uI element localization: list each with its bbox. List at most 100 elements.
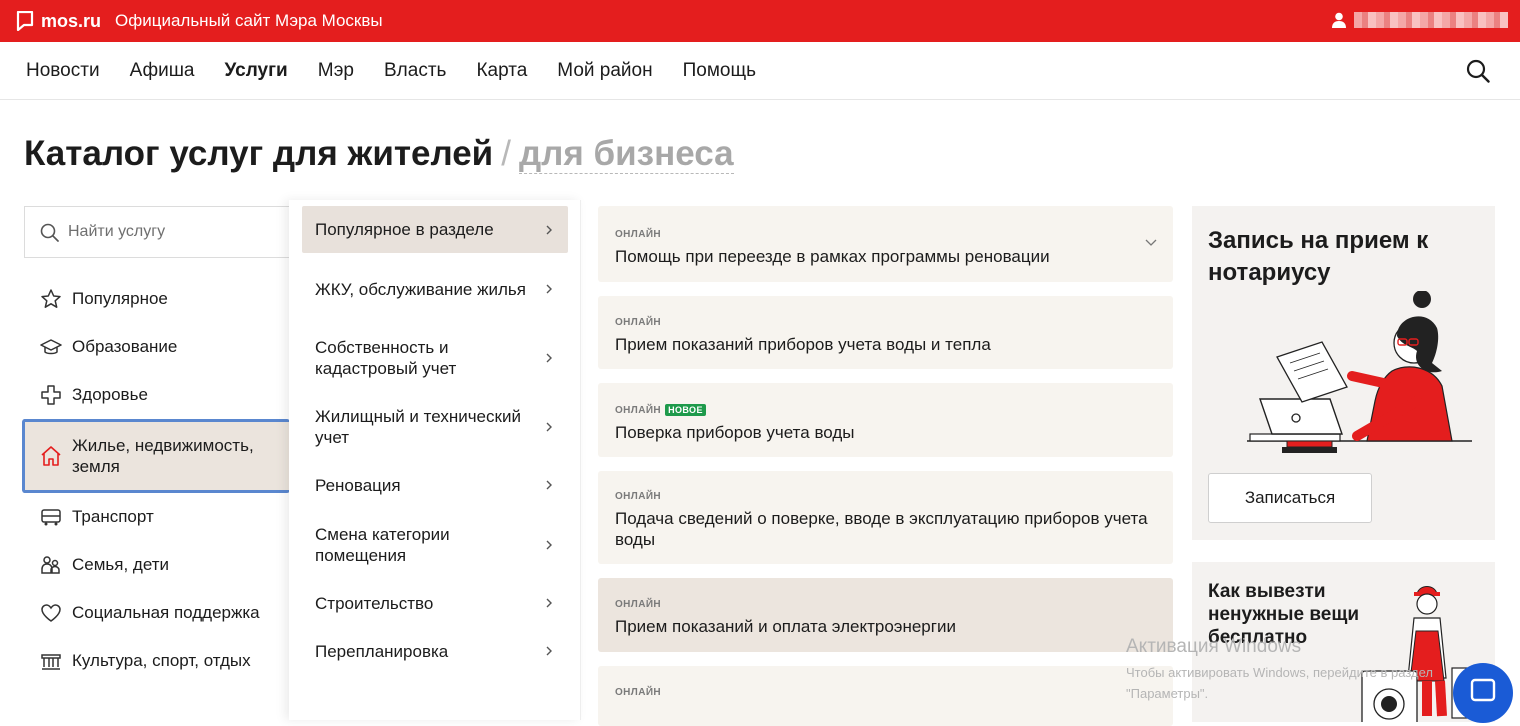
subcategory-redevelopment[interactable]: Перепланировка <box>302 640 568 662</box>
nav-item-services[interactable]: Услуги <box>225 60 288 82</box>
subcategory-panel: Популярное в разделе ЖКУ, обслуживание ж… <box>289 200 581 720</box>
nav-item-government[interactable]: Власть <box>384 60 446 82</box>
house-icon <box>41 446 61 466</box>
nav-item-news[interactable]: Новости <box>26 60 100 82</box>
chevron-right-icon <box>546 284 552 294</box>
user-icon <box>1332 12 1346 28</box>
chevron-right-icon <box>546 646 552 656</box>
bus-icon <box>41 509 61 526</box>
search-icon <box>40 223 59 242</box>
main-nav: Новости Афиша Услуги Мэр Власть Карта Мо… <box>0 42 1520 100</box>
service-tag: онлайн <box>615 599 662 610</box>
category-social-support[interactable]: Социальная поддержка <box>22 589 290 637</box>
category-label: Здоровье <box>72 385 148 404</box>
service-tag: онлайн <box>615 687 662 698</box>
chevron-right-icon <box>546 480 552 490</box>
category-label: Семья, дети <box>72 555 170 574</box>
mos-logo-icon[interactable] <box>16 11 34 31</box>
nav-item-afisha[interactable]: Афиша <box>130 60 195 82</box>
service-card[interactable]: онлайн Прием показаний и оплата электроэ… <box>598 578 1173 652</box>
service-title: Помощь при переезде в рамках программы р… <box>615 247 1050 266</box>
subcategory-label: Реновация <box>315 475 401 495</box>
subcategory-label: Смена категории помещения <box>315 525 450 565</box>
category-label: Культура, спорт, отдых <box>72 651 251 670</box>
subcategory-construction[interactable]: Строительство <box>302 592 568 614</box>
subcategory-popular[interactable]: Популярное в разделе <box>302 206 568 253</box>
service-title: Поверка приборов учета воды <box>615 423 855 442</box>
service-title: Прием показаний и оплата электроэнергии <box>615 617 956 636</box>
star-icon <box>41 289 61 308</box>
subcategory-renovation[interactable]: Реновация <box>302 474 568 496</box>
search-input[interactable] <box>68 223 278 241</box>
chevron-right-icon <box>546 598 552 608</box>
subcategory-utilities[interactable]: ЖКУ, обслуживание жилья <box>302 267 568 311</box>
service-tag: онлайн <box>615 491 662 502</box>
chevron-right-icon <box>546 540 552 550</box>
nav-item-map[interactable]: Карта <box>476 60 527 82</box>
service-card[interactable]: онлайн <box>598 666 1173 726</box>
search-icon[interactable] <box>1466 59 1490 83</box>
nav-item-mayor[interactable]: Мэр <box>318 60 354 82</box>
service-tag: онлайн <box>615 317 662 328</box>
heart-icon <box>41 604 61 622</box>
category-label: Жилье, недвижимость, земля <box>72 436 254 476</box>
service-tag-text: онлайн <box>615 404 662 416</box>
category-label: Образование <box>72 337 178 356</box>
category-housing[interactable]: Жилье, недвижимость, земля <box>22 419 290 493</box>
category-label: Популярное <box>72 289 168 308</box>
category-popular[interactable]: Популярное <box>22 275 290 323</box>
category-education[interactable]: Образование <box>22 323 290 371</box>
category-label: Транспорт <box>72 507 154 526</box>
title-business-link[interactable]: для бизнеса <box>518 134 734 174</box>
category-list: Популярное Образование Здоровье Жилье, н… <box>22 275 290 685</box>
chat-icon <box>1470 678 1496 702</box>
category-culture-sport[interactable]: Культура, спорт, отдых <box>22 637 290 685</box>
service-tag: онлайн <box>615 229 662 240</box>
chat-button[interactable] <box>1453 663 1513 723</box>
category-transport[interactable]: Транспорт <box>22 493 290 541</box>
graduation-cap-icon <box>40 339 62 355</box>
title-residents: Каталог услуг для жителей <box>24 134 494 173</box>
service-card[interactable]: онлайн НОВОЕ Поверка приборов учета воды <box>598 383 1173 457</box>
service-card[interactable]: онлайн Помощь при переезде в рамках прог… <box>598 206 1173 282</box>
service-card[interactable]: онлайн Прием показаний приборов учета во… <box>598 296 1173 369</box>
chevron-right-icon <box>546 353 552 363</box>
watermark-text: Чтобы активировать Windows, перейдите в … <box>1126 665 1433 701</box>
top-bar: mos.ru Официальный сайт Мэра Москвы <box>0 0 1520 42</box>
subcategory-property-cadastre[interactable]: Собственность и кадастровый учет <box>302 336 568 380</box>
windows-activation-watermark: Активация Windows Чтобы активировать Win… <box>1126 636 1496 704</box>
category-health[interactable]: Здоровье <box>22 371 290 419</box>
user-name-redacted[interactable] <box>1354 12 1508 28</box>
category-family[interactable]: Семья, дети <box>22 541 290 589</box>
subcategory-housing-technical[interactable]: Жилищный и технический учет <box>302 405 568 449</box>
user-menu[interactable] <box>1332 12 1508 28</box>
category-label: Социальная поддержка <box>72 603 260 622</box>
title-separator: / <box>501 134 511 173</box>
notary-illustration <box>1247 291 1472 453</box>
chevron-right-icon <box>546 422 552 432</box>
chevron-right-icon <box>546 225 552 234</box>
chevron-down-icon[interactable] <box>1145 239 1157 247</box>
museum-icon <box>41 654 61 670</box>
watermark-title: Активация Windows <box>1126 636 1302 657</box>
subcategory-label: ЖКУ, обслуживание жилья <box>315 279 526 299</box>
subcategory-label: Перепланировка <box>315 641 449 661</box>
promo-notary[interactable]: Запись на прием к нотариусу Записаться <box>1192 206 1495 540</box>
notary-signup-button[interactable]: Записаться <box>1208 473 1372 523</box>
subcategory-label: Жилищный и технический учет <box>315 407 521 447</box>
subcategory-label: Строительство <box>315 593 434 613</box>
subcategory-premises-category[interactable]: Смена категории помещения <box>302 523 568 567</box>
service-title: Прием показаний приборов учета воды и те… <box>615 335 991 354</box>
nav-item-help[interactable]: Помощь <box>683 60 756 82</box>
subcategory-label: Популярное в разделе <box>315 220 494 239</box>
promo-title: Запись на прием к нотариусу <box>1208 227 1429 286</box>
site-logo[interactable]: mos.ru <box>41 11 101 32</box>
service-card[interactable]: онлайн Подача сведений о поверке, вводе … <box>598 471 1173 564</box>
nav-item-my-district[interactable]: Мой район <box>557 60 652 82</box>
page-title: Каталог услуг для жителей / для бизнеса <box>24 134 734 174</box>
service-title: Подача сведений о поверке, вводе в экспл… <box>615 509 1148 549</box>
family-icon <box>41 556 60 574</box>
site-title[interactable]: Официальный сайт Мэра Москвы <box>115 11 383 31</box>
service-tag: онлайн НОВОЕ <box>615 404 1156 416</box>
service-search[interactable] <box>24 206 294 258</box>
